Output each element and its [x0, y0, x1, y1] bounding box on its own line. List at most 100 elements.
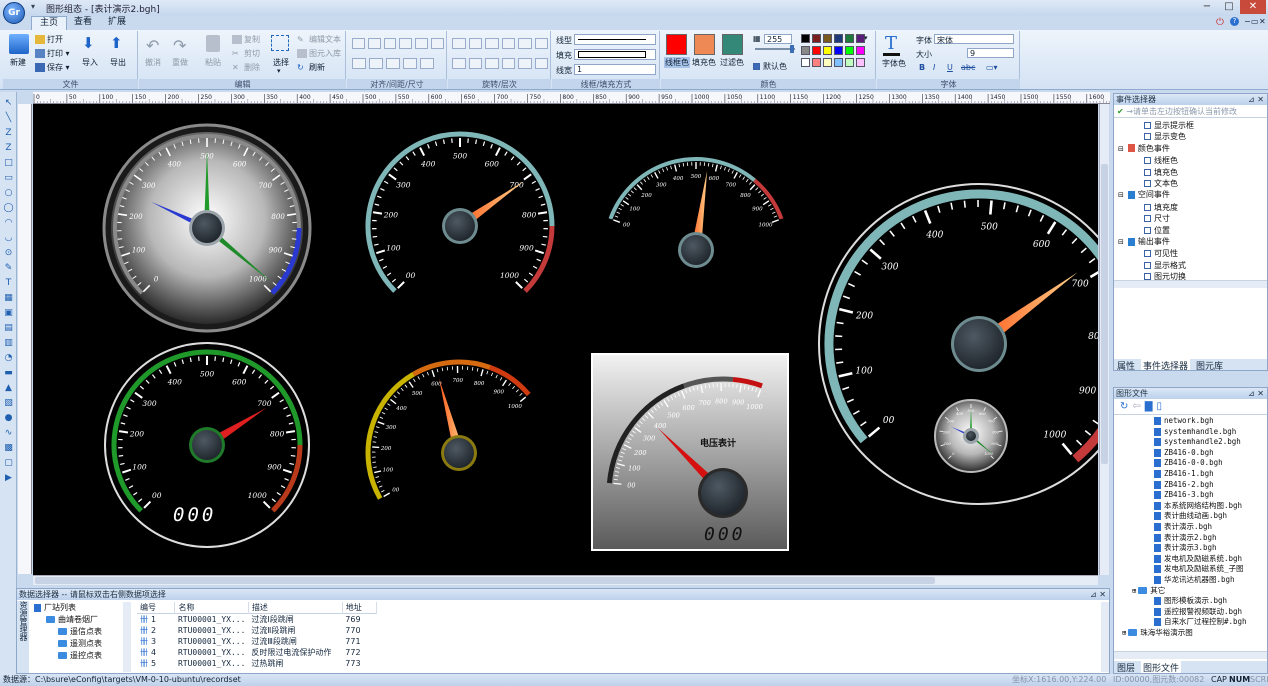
event-checkbox[interactable] — [1144, 133, 1151, 141]
column-header[interactable]: 描述 — [248, 602, 343, 614]
align-middle-icon[interactable] — [415, 38, 429, 49]
close-button[interactable]: ✕ — [1240, 0, 1266, 14]
copy-button[interactable]: 复制 — [232, 34, 260, 45]
drawing-tool-icon[interactable]: Z — [3, 128, 14, 139]
data-tree-item[interactable]: 遥控点表 — [30, 650, 130, 662]
line-type-select[interactable] — [574, 34, 656, 45]
mdi-close-button[interactable]: ✕ — [1259, 17, 1266, 26]
gauge-4[interactable]: 00 100 200 300 400 500 600 700 800 900 1000 000 — [104, 342, 310, 548]
drawing-tool-icon[interactable]: T — [3, 278, 14, 289]
alpha-input[interactable]: 255 — [764, 34, 792, 44]
underline-button[interactable]: U — [947, 63, 953, 72]
data-tree-item[interactable]: 曲靖卷烟厂 — [30, 614, 130, 626]
new-folder-icon[interactable]: ▇ — [1145, 401, 1157, 412]
align-bottom-icon[interactable] — [431, 38, 444, 49]
fill-select[interactable] — [574, 49, 656, 60]
file-tree-item[interactable]: systemhandle.bgh — [1114, 427, 1267, 438]
palette-swatch[interactable] — [812, 46, 821, 55]
drawing-tool-icon[interactable]: ▥ — [3, 338, 14, 349]
palette-more-icon[interactable]: ▾ — [864, 34, 868, 42]
file-tree-item[interactable]: ⊞ 珠海华裕演示图 — [1114, 628, 1267, 639]
drawing-tool-icon[interactable]: ▶ — [3, 473, 14, 484]
event-tree-item[interactable]: 填充色 — [1114, 167, 1267, 178]
ungroup-icon[interactable] — [534, 58, 548, 69]
file-tree-item[interactable]: network.bgh — [1114, 416, 1267, 427]
data-table-scrollbar[interactable] — [1101, 602, 1109, 672]
align-left-icon[interactable] — [352, 38, 365, 49]
tab-layers[interactable]: 图层 — [1117, 661, 1135, 674]
palette-swatch[interactable] — [812, 34, 821, 43]
bring-forward-icon[interactable] — [485, 58, 499, 69]
drawing-tool-icon[interactable]: ▭ — [3, 173, 14, 184]
drawing-tool-icon[interactable]: ● — [3, 413, 14, 424]
font-select[interactable]: 宋体 — [934, 34, 1014, 45]
palette-swatch[interactable] — [801, 58, 810, 67]
event-tree-item[interactable]: 线框色 — [1114, 155, 1267, 166]
gauge-5[interactable]: 00100200300400500600700 8009001000 — [365, 359, 531, 500]
event-tree-item[interactable]: 位置 — [1114, 225, 1267, 236]
delete-file-icon[interactable]: ▯ — [1156, 401, 1166, 412]
new-button[interactable]: 新建 — [10, 57, 26, 68]
palette-swatch[interactable] — [823, 34, 832, 43]
event-checkbox[interactable] — [1144, 180, 1151, 188]
tab-view[interactable]: 查看 — [66, 16, 100, 30]
tab-home[interactable]: 主页 — [31, 16, 68, 30]
export-button[interactable]: 导出 — [110, 57, 126, 68]
undo-button[interactable]: 撤消 — [145, 57, 161, 68]
palette-swatch[interactable] — [823, 46, 832, 55]
power-icon[interactable]: ⏻ — [1216, 17, 1224, 28]
delete-button[interactable]: ✕ 删除 — [232, 62, 260, 73]
panel-close-icon[interactable]: ⊿ ✕ — [1248, 94, 1264, 105]
file-tree-scrollbar[interactable] — [1114, 651, 1267, 659]
event-tree-item[interactable]: 显示变色 — [1114, 131, 1267, 142]
align-top-icon[interactable] — [399, 38, 413, 49]
palette-swatch[interactable] — [823, 58, 832, 67]
palette-swatch[interactable] — [845, 46, 854, 55]
file-tree-item[interactable]: 发电机及励磁系统_子图 — [1114, 564, 1267, 575]
event-tree-item[interactable]: 填充度 — [1114, 202, 1267, 213]
h-spacing-icon[interactable] — [403, 58, 417, 69]
save-button[interactable]: 保存 ▾ — [35, 62, 70, 73]
text-format-icon[interactable]: ▭▾ — [986, 63, 998, 72]
palette-swatch[interactable] — [801, 34, 810, 43]
palette-swatch[interactable] — [834, 46, 843, 55]
drawing-canvas[interactable]: 0100200300400500600700800900100000100200… — [33, 104, 1098, 575]
drawing-tool-icon[interactable]: ◠ — [3, 218, 14, 229]
event-tree-item[interactable]: ⊟ 空间事件 — [1114, 189, 1267, 201]
maximize-button[interactable]: □ — [1218, 0, 1240, 14]
drawing-tool-icon[interactable]: ◯ — [3, 203, 14, 214]
alpha-slider[interactable] — [755, 48, 795, 50]
file-tree-item[interactable]: ZB416-3.bgh — [1114, 490, 1267, 501]
event-checkbox[interactable] — [1144, 250, 1151, 258]
same-size-icon[interactable] — [386, 58, 400, 69]
expand-icon[interactable]: ⊞ — [1132, 587, 1136, 595]
file-tree-item[interactable]: 自来水厂过程控制#.bgh — [1114, 617, 1267, 628]
drawing-tool-icon[interactable]: ◡ — [3, 233, 14, 244]
drawing-tool-icon[interactable]: ◔ — [3, 353, 14, 364]
confirm-check-icon[interactable]: ✔ — [1117, 107, 1124, 116]
bold-button[interactable]: B — [919, 63, 925, 72]
file-tree-item[interactable]: ⊞ 其它 — [1114, 586, 1267, 597]
canvas-vertical-scrollbar[interactable] — [1099, 104, 1109, 575]
collapse-icon[interactable]: ⊟ — [1118, 145, 1124, 153]
file-tree-item[interactable]: ZB416-1.bgh — [1114, 469, 1267, 480]
file-tree-item[interactable]: 表计演示.bgh — [1114, 522, 1267, 533]
file-tree-item[interactable]: 发电机及励磁系统.bgh — [1114, 554, 1267, 565]
print-button[interactable]: 打印 ▾ — [35, 48, 70, 59]
rotate-right-icon[interactable] — [468, 38, 482, 49]
event-checkbox[interactable] — [1144, 226, 1151, 234]
app-menu-button[interactable]: Gr — [3, 2, 25, 24]
event-tree-item[interactable]: ⊟ 颜色事件 — [1114, 143, 1267, 155]
select-dropdown-icon[interactable]: ▾ — [277, 67, 281, 75]
flip-v-icon[interactable] — [501, 38, 515, 49]
fill-color-swatch[interactable] — [694, 34, 715, 55]
gauge-7[interactable]: 0010020030040050060070080090010000100200… — [818, 183, 1098, 505]
table-row[interactable]: 卌 4 RTU00001_YX... 反时限过电流保护动作 772 — [137, 647, 377, 658]
gauge-1[interactable]: 01002003004005006007008009001000 — [102, 123, 312, 333]
file-tree-item[interactable]: 本系统网络结构图.bgh — [1114, 501, 1267, 512]
drawing-tool-icon[interactable]: ▣ — [3, 308, 14, 319]
refresh-button[interactable]: ↻ 刷新 — [297, 62, 325, 73]
drawing-tool-icon[interactable]: ○ — [3, 188, 14, 199]
palette-swatch[interactable] — [845, 58, 854, 67]
align-right-icon[interactable] — [383, 38, 397, 49]
